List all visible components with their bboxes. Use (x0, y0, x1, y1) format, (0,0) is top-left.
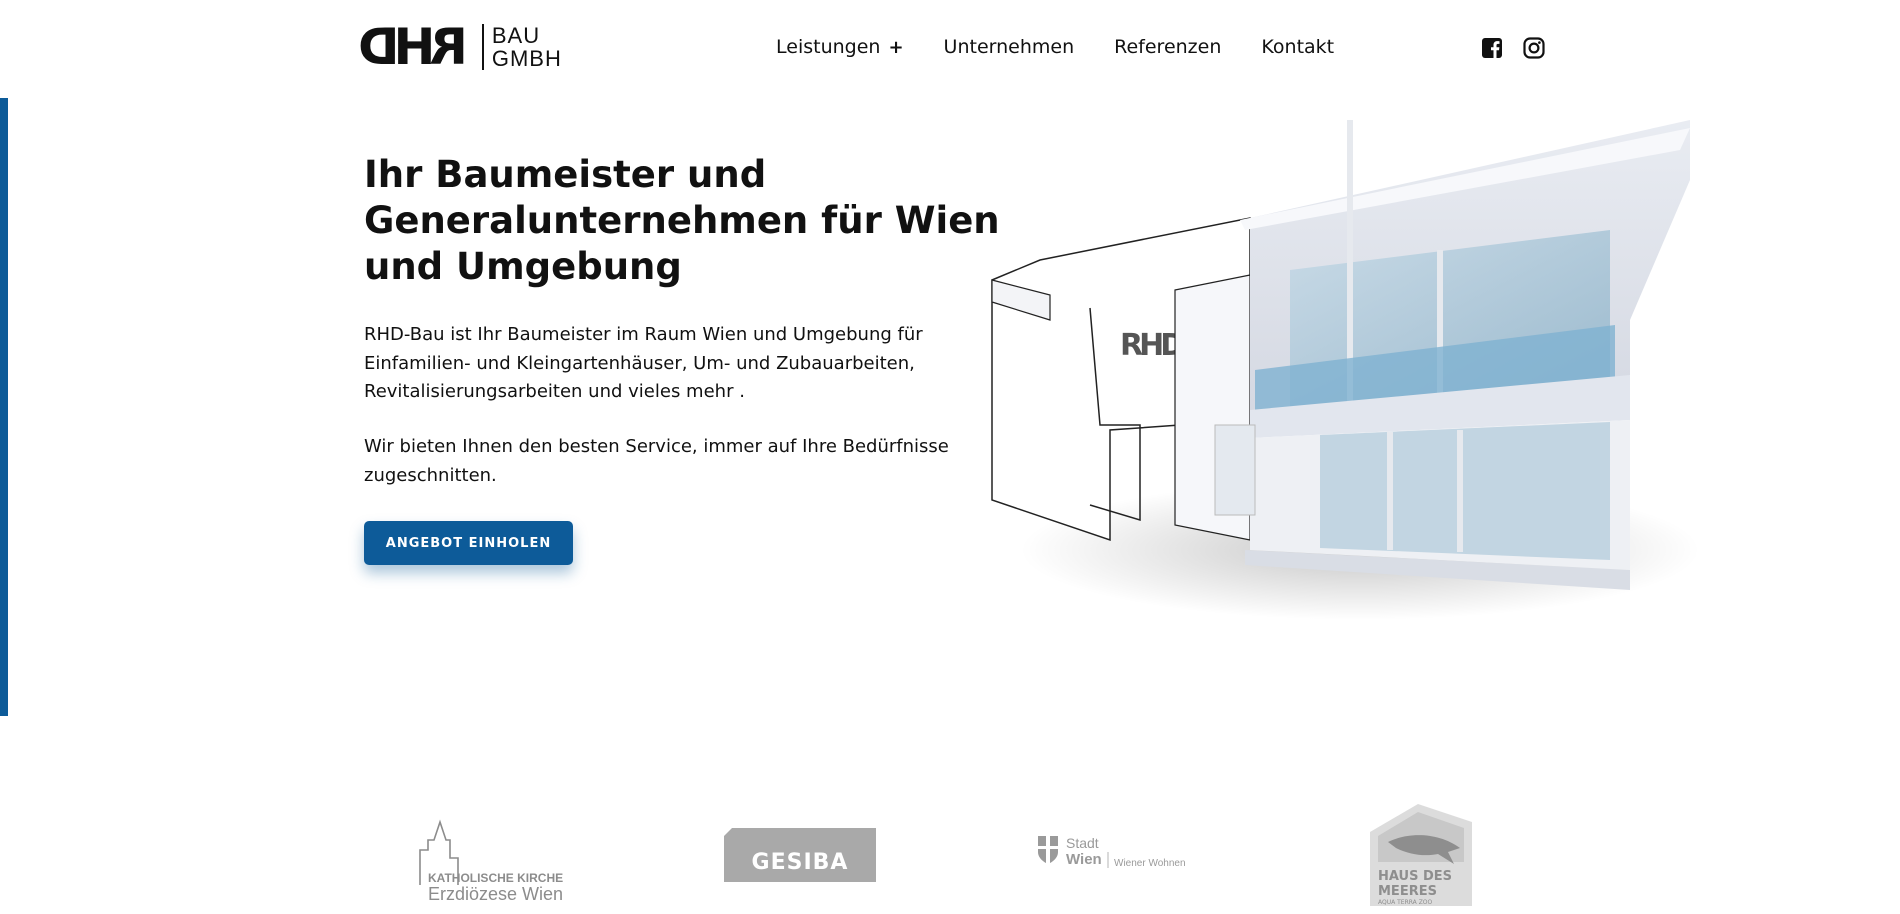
accent-bar (0, 98, 8, 716)
nav-item-label: Kontakt (1261, 36, 1335, 58)
partner-line-2: Erzdiözese Wien (428, 884, 563, 904)
partner-logo-katholische-kirche: KATHOLISCHE KIRCHE Erzdiözese Wien (419, 819, 563, 904)
logo-divider (481, 24, 484, 70)
social-links (1480, 36, 1546, 60)
hero-intro-text: RHD-Bau ist Ihr Baumeister im Raum Wien … (364, 324, 923, 402)
partner-line-1: Stadt (1066, 835, 1099, 851)
facebook-link[interactable] (1480, 36, 1504, 60)
nav-item-label: Unternehmen (943, 36, 1075, 58)
nav-item-leistungen[interactable]: Leistungen + (776, 36, 904, 58)
partner-line-3: AQUA TERRA ZOO (1378, 899, 1433, 906)
partner-logo-gesiba: GESIBA (724, 828, 876, 882)
instagram-link[interactable] (1522, 36, 1546, 60)
site-header: RHD BAU GMBH Leistungen + Unternehmen Re… (0, 0, 1900, 96)
partner-logo-haus-des-meeres: HAUS DES MEERES AQUA TERRA ZOO (1370, 804, 1472, 906)
logo-mark: RHD (364, 18, 468, 76)
nav-item-unternehmen[interactable]: Unternehmen (944, 36, 1075, 58)
plus-icon: + (888, 36, 904, 58)
facebook-icon (1482, 38, 1502, 58)
logo-line-2: GMBH (491, 46, 562, 71)
partner-line-1: HAUS DES (1378, 869, 1452, 884)
logo-line-1: BAU (491, 23, 541, 48)
house-illustration: RHD (991, 120, 1700, 620)
main-nav: Leistungen + Unternehmen Referenzen Kont… (776, 36, 1374, 58)
request-quote-button[interactable]: ANGEBOT EINHOLEN (364, 521, 573, 565)
partner-line-2: Wien (1066, 851, 1102, 868)
hero-title: Ihr Baumeister und Generalunternehmen fü… (364, 153, 1000, 288)
instagram-icon (1523, 37, 1545, 59)
nav-item-label: Referenzen (1114, 36, 1222, 58)
partner-line-1: GESIBA (752, 850, 849, 875)
site-logo[interactable]: RHD BAU GMBH (364, 18, 562, 76)
nav-item-label: Leistungen (776, 36, 881, 58)
nav-item-kontakt[interactable]: Kontakt (1261, 36, 1334, 58)
partner-logo-stadt-wien: Stadt Wien Wiener Wohnen (1038, 835, 1186, 869)
partner-line-1: KATHOLISCHE KIRCHE (428, 871, 563, 885)
partner-line-3: Wiener Wohnen (1114, 858, 1186, 869)
partner-line-2: MEERES (1378, 884, 1437, 899)
nav-item-referenzen[interactable]: Referenzen (1114, 36, 1221, 58)
partner-logos: KATHOLISCHE KIRCHE Erzdiözese Wien GESIB… (0, 800, 1900, 914)
hero-service-text: Wir bieten Ihnen den besten Service, imm… (364, 436, 949, 486)
logo-text: BAU GMBH (492, 24, 562, 70)
